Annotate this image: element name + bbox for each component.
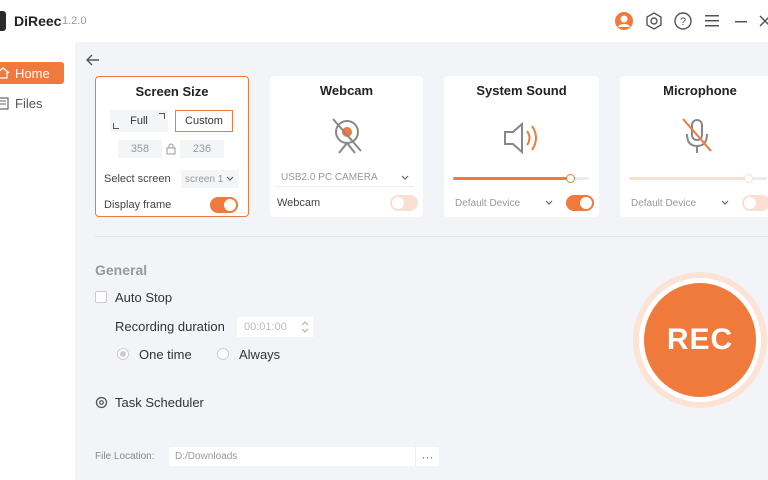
mic-toggle[interactable]: [742, 195, 768, 211]
sidebar-item-files[interactable]: Files: [0, 92, 64, 114]
recording-duration-input[interactable]: 00:01:00: [237, 317, 313, 337]
stepper-icon[interactable]: [301, 321, 309, 333]
system-sound-card: System Sound Default Device: [444, 76, 599, 217]
title-bar: DiReec 1.2.0 ?: [0, 0, 768, 42]
webcam-device-dropdown[interactable]: USB2.0 PC CAMERA: [276, 169, 414, 187]
rec-button-border: REC: [639, 278, 761, 402]
rec-button[interactable]: REC: [644, 283, 756, 397]
always-label: Always: [239, 347, 281, 362]
full-screen-button[interactable]: Full: [110, 110, 168, 132]
file-location-input[interactable]: D:/Downloads: [169, 447, 415, 466]
file-location-label: File Location:: [95, 451, 155, 462]
microphone-card: Microphone Default Device: [620, 76, 768, 217]
help-icon[interactable]: ?: [672, 10, 694, 32]
menu-icon[interactable]: [701, 10, 723, 32]
close-icon[interactable]: [754, 10, 768, 32]
width-input[interactable]: 358: [118, 140, 162, 158]
sound-volume-slider[interactable]: [453, 174, 589, 183]
webcam-off-icon: [330, 116, 364, 161]
rec-button-ring: REC: [633, 272, 767, 408]
custom-label: Custom: [185, 115, 223, 127]
files-icon: [0, 97, 9, 110]
microphone-off-icon: [680, 116, 714, 161]
full-label: Full: [130, 115, 148, 127]
card-title: Microphone: [663, 83, 737, 98]
sound-toggle[interactable]: [566, 195, 594, 211]
app-logo: [0, 11, 6, 31]
app-name: DiReec: [14, 13, 62, 29]
chevron-down-icon: [721, 200, 729, 205]
app-version: 1.2.0: [62, 15, 87, 27]
webcam-card: Webcam USB2.0 PC CAMERA Webcam: [270, 76, 423, 217]
display-frame-toggle[interactable]: [210, 197, 238, 213]
recording-duration-label: Recording duration: [115, 319, 225, 334]
sidebar-item-home[interactable]: Home: [0, 62, 64, 84]
user-icon[interactable]: [613, 10, 635, 32]
webcam-toggle[interactable]: [390, 195, 418, 211]
corner-icon: [159, 113, 165, 119]
sound-volume-knob[interactable]: [565, 174, 575, 183]
mic-device-value: Default Device: [631, 197, 697, 209]
custom-size-button[interactable]: Custom: [175, 110, 233, 132]
select-screen-dropdown[interactable]: screen 1: [181, 170, 239, 188]
auto-stop-label: Auto Stop: [115, 290, 173, 305]
select-screen-value: screen 1: [185, 173, 224, 185]
sound-device-dropdown[interactable]: Default Device: [450, 194, 558, 212]
chevron-down-icon: [545, 200, 553, 205]
task-scheduler-icon[interactable]: [95, 396, 108, 414]
browse-button[interactable]: ···: [415, 447, 439, 466]
chevron-down-icon: [401, 175, 409, 180]
minimize-icon[interactable]: [730, 10, 752, 32]
speaker-icon: [502, 120, 542, 161]
lock-icon[interactable]: [166, 142, 176, 160]
svg-text:?: ?: [680, 16, 686, 28]
one-time-label: One time: [139, 347, 192, 362]
task-scheduler-label[interactable]: Task Scheduler: [115, 395, 204, 410]
duration-value: 00:01:00: [244, 321, 287, 333]
sound-device-value: Default Device: [455, 197, 521, 209]
gear-icon[interactable]: [643, 10, 665, 32]
card-title: Webcam: [319, 83, 374, 98]
sound-volume-fill: [453, 177, 570, 180]
always-radio[interactable]: [217, 348, 229, 360]
sidebar: Home Files: [0, 42, 75, 480]
chevron-down-icon: [226, 176, 234, 181]
mic-device-dropdown[interactable]: Default Device: [626, 194, 734, 212]
webcam-device-value: USB2.0 PC CAMERA: [281, 172, 378, 183]
mic-volume-slider[interactable]: [629, 174, 767, 183]
corner-icon: [113, 123, 119, 129]
sidebar-item-label: Home: [15, 65, 50, 81]
webcam-toggle-label: Webcam: [277, 197, 321, 209]
height-input[interactable]: 236: [180, 140, 224, 158]
section-divider: [95, 236, 768, 237]
sidebar-item-label: Files: [15, 95, 43, 111]
mic-volume-knob[interactable]: [743, 174, 753, 183]
select-screen-label: Select screen: [104, 173, 171, 185]
back-arrow-icon[interactable]: [85, 52, 101, 68]
display-frame-label: Display frame: [104, 199, 172, 211]
general-title: General: [95, 262, 148, 278]
card-title: System Sound: [476, 83, 567, 98]
auto-stop-checkbox[interactable]: [95, 291, 107, 303]
mic-volume-fill: [629, 177, 748, 180]
screen-size-card: Screen Size Full Custom 358 236 Select s…: [95, 76, 249, 217]
home-icon: [0, 67, 10, 79]
one-time-radio[interactable]: [117, 348, 129, 360]
card-title: Screen Size: [135, 84, 209, 99]
